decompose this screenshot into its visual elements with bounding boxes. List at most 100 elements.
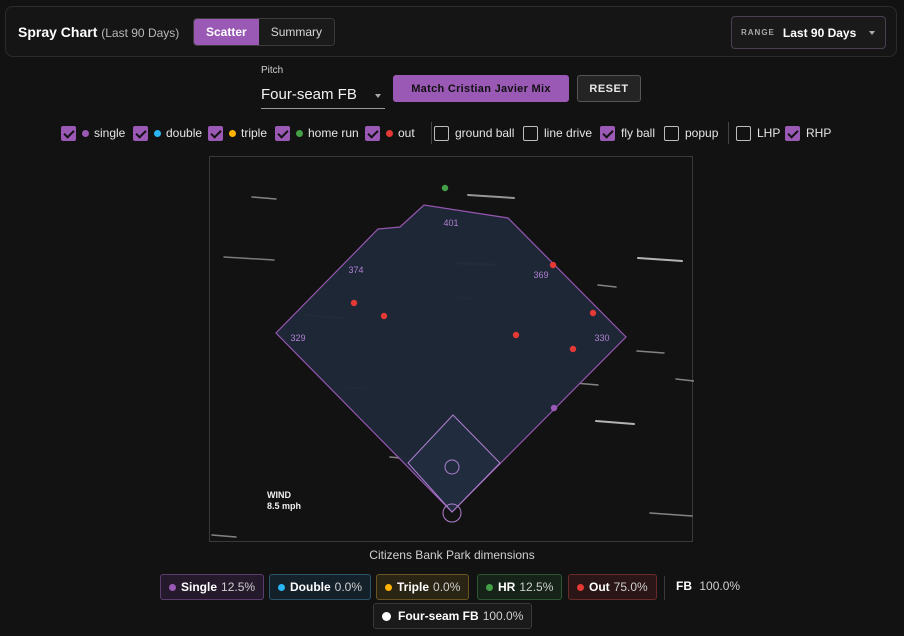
hit-marker-out[interactable] — [589, 309, 597, 317]
legend-chip-pitch: Four-seam FB 100.0% — [373, 603, 533, 629]
single-dot-icon — [169, 583, 176, 591]
checkbox-double[interactable] — [133, 125, 148, 141]
chip-pct: 75.0% — [613, 580, 648, 594]
hit-marker-out[interactable] — [569, 345, 577, 353]
hit-marker-home-run[interactable] — [441, 184, 449, 192]
triple-dot-icon — [229, 129, 236, 137]
checkbox-line-drive[interactable] — [523, 125, 538, 141]
distance-label: 369 — [533, 270, 548, 280]
filter-line-drive[interactable]: line drive — [523, 124, 592, 142]
chip-label: Four-seam FB — [398, 609, 479, 623]
hit-marker-out[interactable] — [549, 261, 557, 269]
hit-marker-single[interactable] — [550, 404, 558, 412]
checkbox-single[interactable] — [61, 125, 76, 141]
checkbox-home-run[interactable] — [275, 125, 290, 141]
chip-pct: 12.5% — [221, 580, 256, 594]
hr-dot-icon — [486, 583, 493, 591]
filter-out[interactable]: out — [365, 124, 415, 142]
title-text: Spray Chart — [18, 24, 98, 40]
checkbox-fly-ball[interactable] — [600, 125, 615, 141]
chip-label: Triple — [397, 580, 430, 594]
distance-label: 330 — [594, 333, 609, 343]
wind-label: WIND — [267, 490, 291, 500]
view-toggle: Scatter Summary — [193, 18, 336, 46]
chip-pct: 0.0% — [334, 580, 363, 594]
chip-label: Out — [589, 580, 610, 594]
pitch-select[interactable]: Four-seam FB — [261, 81, 385, 109]
filter-label: single — [94, 126, 126, 140]
page-title: Spray Chart (Last 90 Days) — [18, 24, 179, 40]
hit-marker-out[interactable] — [380, 312, 388, 320]
filter-triple[interactable]: triple — [208, 124, 267, 142]
filter-home-run[interactable]: home run — [275, 124, 359, 142]
range-select[interactable]: RANGE Last 90 Days — [731, 16, 886, 49]
header-bar: Spray Chart (Last 90 Days) Scatter Summa… — [5, 6, 897, 57]
filter-single[interactable]: single — [61, 124, 125, 142]
pitch-value: Four-seam FB — [261, 86, 357, 103]
filter-label: line drive — [544, 126, 593, 140]
filter-divider — [728, 122, 729, 144]
double-dot-icon — [278, 583, 285, 591]
distance-label: 374 — [348, 265, 363, 275]
match-mix-button[interactable]: Match Cristian Javier Mix — [393, 75, 569, 102]
title-subtitle: (Last 90 Days) — [101, 26, 180, 40]
legend-divider — [664, 576, 665, 600]
pitch-label: Pitch — [261, 65, 284, 76]
legend-chip-triple: Triple 0.0% — [376, 574, 470, 600]
filter-label: popup — [685, 126, 719, 140]
pitch-dot-icon — [382, 611, 391, 621]
spray-chart: 329 374 401 369 330 WIND 8.5 mph — [209, 156, 694, 542]
filter-label: triple — [241, 126, 268, 140]
filter-divider — [431, 122, 432, 144]
chart-caption: Citizens Bank Park dimensions — [369, 548, 535, 562]
range-label: RANGE — [741, 28, 775, 37]
chevron-down-icon — [375, 94, 381, 98]
filter-double[interactable]: double — [133, 124, 202, 142]
filter-rhp[interactable]: RHP — [785, 124, 831, 142]
chip-label: Double — [290, 580, 331, 594]
single-dot-icon — [82, 129, 89, 137]
filter-label: ground ball — [455, 126, 515, 140]
checkbox-triple[interactable] — [208, 125, 223, 141]
fb-total: FB 100.0% — [676, 579, 740, 593]
fb-label: FB — [676, 579, 692, 593]
legend-chip-double: Double 0.0% — [269, 574, 372, 600]
triple-dot-icon — [385, 583, 392, 591]
filter-label: LHP — [757, 126, 781, 140]
wind-speed: 8.5 mph — [267, 501, 301, 511]
out-dot-icon — [386, 129, 393, 137]
chip-label: HR — [498, 580, 516, 594]
filter-fly-ball[interactable]: fly ball — [600, 124, 655, 142]
chip-pct: 0.0% — [433, 580, 461, 594]
reset-button[interactable]: RESET — [577, 75, 641, 102]
filter-popup[interactable]: popup — [664, 124, 718, 142]
out-dot-icon — [577, 583, 584, 591]
filter-label: double — [166, 126, 203, 140]
tab-scatter[interactable]: Scatter — [194, 19, 259, 45]
tab-summary[interactable]: Summary — [258, 19, 335, 45]
legend-chip-single: Single 12.5% — [160, 574, 265, 600]
filter-ground-ball[interactable]: ground ball — [434, 124, 514, 142]
checkbox-out[interactable] — [365, 125, 380, 141]
double-dot-icon — [154, 129, 161, 137]
checkbox-rhp[interactable] — [785, 125, 800, 141]
checkbox-lhp[interactable] — [736, 125, 751, 141]
chip-pct: 12.5% — [519, 580, 554, 594]
legend-chip-out: Out 75.0% — [568, 574, 657, 600]
legend-chip-hr: HR 12.5% — [477, 574, 563, 600]
filter-lhp[interactable]: LHP — [736, 124, 780, 142]
hit-marker-out[interactable] — [512, 331, 520, 339]
range-value: Last 90 Days — [782, 25, 857, 40]
home-run-dot-icon — [296, 129, 303, 137]
hit-marker-out[interactable] — [350, 299, 358, 307]
filter-label: out — [398, 126, 415, 140]
chip-label: Single — [181, 580, 218, 594]
checkbox-ground-ball[interactable] — [434, 125, 449, 141]
filter-label: RHP — [806, 126, 832, 140]
chip-pct: 100.0% — [482, 609, 524, 623]
field-svg: 329 374 401 369 330 WIND 8.5 mph — [211, 184, 694, 538]
fb-pct: 100.0% — [699, 579, 741, 593]
checkbox-popup[interactable] — [664, 125, 679, 141]
filter-label: home run — [308, 126, 359, 140]
chevron-down-icon — [869, 31, 875, 35]
